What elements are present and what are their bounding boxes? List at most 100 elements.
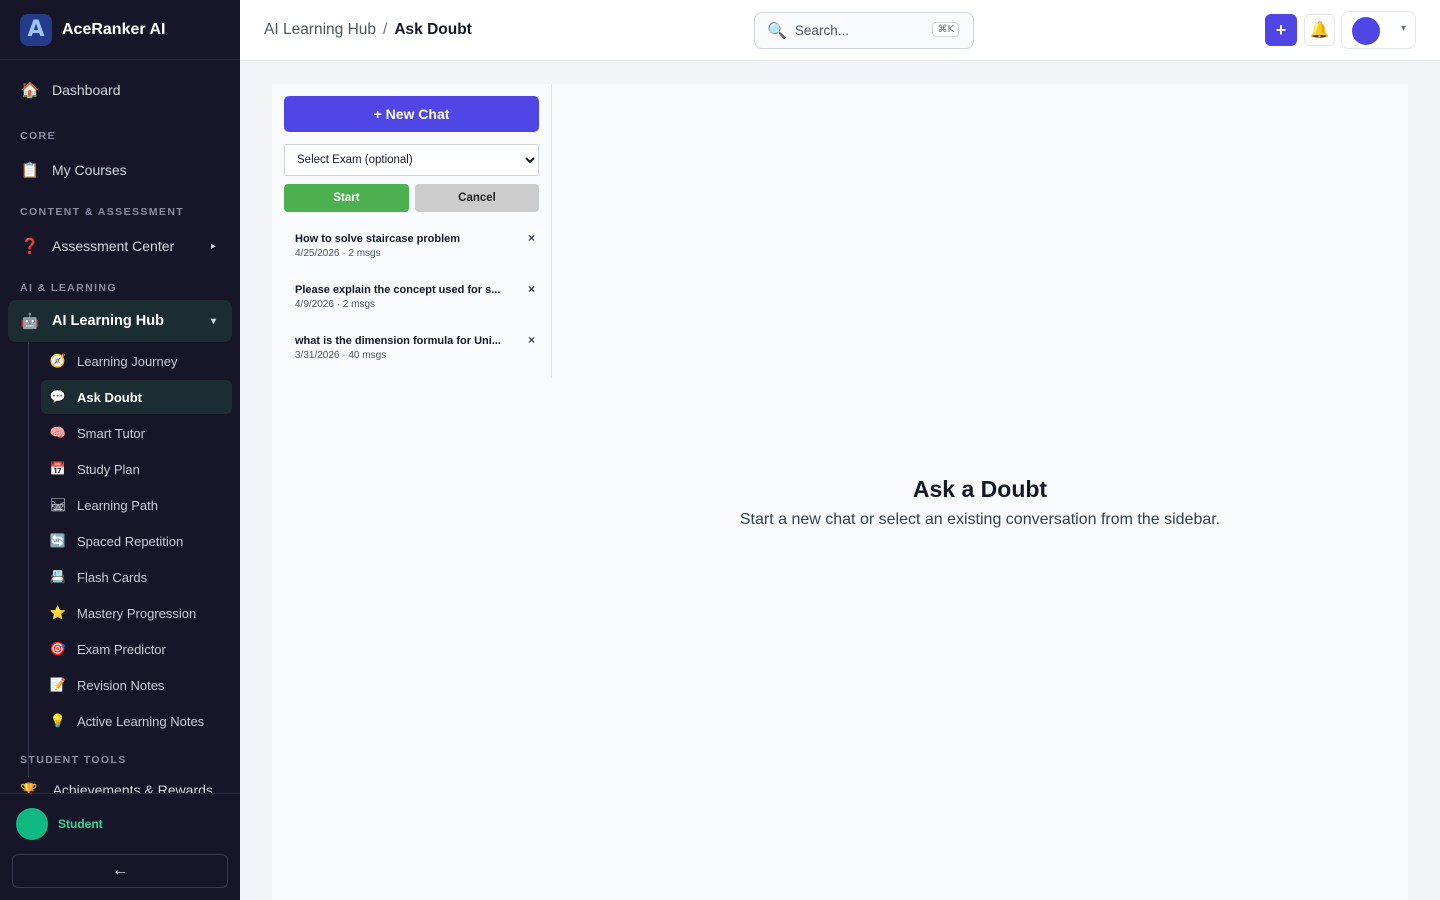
sidebar-subitem-active-learning-notes[interactable]: 💡 Active Learning Notes (41, 704, 232, 738)
card-index-icon: 📇 (49, 569, 67, 584)
sidebar-subitem-learning-journey[interactable]: 🧭 Learning Journey (41, 344, 232, 378)
memo-icon: 📝 (49, 677, 67, 692)
conversation-title: Please explain the concept used for s... (295, 284, 501, 296)
sidebar-subitem-study-plan[interactable]: 📅 Study Plan (41, 452, 232, 486)
sidebar-item-label: Dashboard (52, 82, 121, 98)
conversation-item[interactable]: How to solve staircase problem 4/25/2026… (284, 227, 539, 271)
chevron-right-icon: ▸ (210, 240, 216, 252)
close-icon[interactable]: × (528, 333, 535, 347)
avatar[interactable] (16, 808, 48, 840)
repeat-icon: 🔄 (49, 533, 67, 548)
sidebar-subitem-label: Flash Cards (77, 569, 148, 585)
brain-icon: 🧠 (49, 425, 67, 440)
section-label-core: CORE (20, 130, 56, 142)
chat-list-panel: + New Chat Select Exam (optional) Start … (272, 84, 552, 378)
sidebar-item-label: My Courses (52, 162, 127, 178)
robot-icon: 🤖 (20, 313, 40, 330)
section-label-ai: AI & LEARNING (20, 282, 117, 294)
notifications-button[interactable]: 🔔 (1304, 14, 1335, 46)
railway-track-icon: 🛤 (49, 497, 67, 512)
sidebar-subitem-learning-path[interactable]: 🛤 Learning Path (41, 488, 232, 522)
sidebar-subitem-label: Learning Journey (77, 353, 178, 369)
sidebar-item-label: AI Learning Hub (52, 313, 164, 329)
new-chat-button[interactable]: + New Chat (284, 96, 539, 132)
breadcrumb-current: Ask Doubt (394, 21, 472, 38)
sidebar-nav: 🏠 Dashboard CORE 📋 My Courses CONTENT & … (0, 60, 240, 793)
conversation-meta: 4/25/2026 · 2 msgs (295, 248, 381, 259)
sidebar-subitem-label: Active Learning Notes (77, 713, 205, 729)
sidebar-subitem-label: Learning Path (77, 497, 158, 513)
sidebar-footer: Student ← (0, 793, 240, 900)
sidebar-subitem-revision-notes[interactable]: 📝 Revision Notes (41, 668, 232, 702)
sidebar-item-dashboard[interactable]: 🏠 Dashboard (8, 70, 232, 110)
keyboard-shortcut-badge: ⌘K (932, 22, 959, 37)
search-box[interactable]: 🔍 ⌘K (754, 12, 974, 49)
home-icon: 🏠 (20, 82, 40, 99)
sidebar-subitem-label: Revision Notes (77, 677, 165, 693)
conversation-item[interactable]: what is the dimension formula for Uni...… (284, 329, 539, 373)
close-icon[interactable]: × (528, 231, 535, 245)
conversation-item[interactable]: Please explain the concept used for s...… (284, 278, 539, 322)
sidebar-subitem-smart-tutor[interactable]: 🧠 Smart Tutor (41, 416, 232, 450)
empty-state-subtitle: Start a new chat or select an existing c… (739, 511, 1221, 528)
exam-select[interactable]: Select Exam (optional) (284, 144, 539, 176)
topbar: AI Learning Hub / Ask Doubt 🔍 ⌘K + 🔔 ▾ (240, 0, 1440, 61)
sidebar-item-achievements[interactable]: 🏆 Achievements & Rewards (20, 782, 213, 793)
conversation-meta: 3/31/2026 · 40 msgs (295, 350, 387, 361)
sidebar-item-ai-learning-hub[interactable]: 🤖 AI Learning Hub ▾ (8, 300, 232, 342)
conversation-title: How to solve staircase problem (295, 233, 461, 245)
submenu-guide-line (28, 342, 29, 777)
trophy-icon: 🏆 (20, 782, 38, 793)
sidebar-subitem-label: Ask Doubt (77, 389, 142, 405)
sidebar-subitem-label: Study Plan (77, 461, 140, 477)
target-icon: 🎯 (49, 641, 67, 656)
sidebar-subitem-label: Exam Predictor (77, 641, 166, 657)
star-icon: ⭐ (49, 605, 67, 620)
empty-state-title: Ask a Doubt (912, 476, 1048, 502)
search-icon: 🔍 (767, 22, 787, 40)
brand-logo-icon: A (20, 13, 52, 46)
sidebar-item-label: Assessment Center (52, 238, 175, 254)
avatar (1352, 17, 1380, 45)
lightbulb-icon: 💡 (49, 713, 67, 728)
sidebar-item-assessment-center[interactable]: ❓ Assessment Center ▸ (8, 226, 232, 266)
compass-icon: 🧭 (49, 353, 67, 368)
sidebar-item-my-courses[interactable]: 📋 My Courses (8, 150, 232, 190)
sidebar-subitem-label: Mastery Progression (77, 605, 197, 621)
clipboard-icon: 📋 (20, 162, 40, 179)
collapse-sidebar-button[interactable]: ← (12, 854, 228, 888)
caret-down-icon: ▾ (1400, 23, 1406, 34)
breadcrumb-parent-link[interactable]: AI Learning Hub (264, 21, 376, 39)
sidebar-subitem-ask-doubt[interactable]: 💬 Ask Doubt (41, 380, 232, 414)
calendar-icon: 📅 (49, 461, 67, 476)
start-button[interactable]: Start (284, 184, 409, 212)
brand-name: AceRanker AI (62, 20, 166, 38)
question-icon: ❓ (20, 238, 40, 255)
ask-doubt-main: + New Chat Select Exam (optional) Start … (272, 84, 1408, 900)
brand[interactable]: A AceRanker AI (0, 0, 240, 60)
search-input[interactable] (794, 23, 915, 38)
chevron-down-icon: ▾ (210, 315, 216, 327)
bell-icon: 🔔 (1309, 22, 1330, 39)
sidebar-subitem-label: Spaced Repetition (77, 533, 184, 549)
sidebar-subitem-exam-predictor[interactable]: 🎯 Exam Predictor (41, 632, 232, 666)
close-icon[interactable]: × (528, 282, 535, 296)
sidebar-subitem-flash-cards[interactable]: 📇 Flash Cards (41, 560, 232, 594)
speech-bubble-icon: 💬 (49, 389, 67, 404)
conversation-meta: 4/9/2026 · 2 msgs (295, 299, 376, 310)
section-label-content: CONTENT & ASSESSMENT (20, 206, 185, 218)
profile-menu-button[interactable]: ▾ (1341, 11, 1416, 49)
create-button[interactable]: + (1265, 14, 1297, 46)
sidebar-item-label: Achievements & Rewards (52, 782, 213, 793)
user-role-label: Student (58, 817, 103, 831)
arrow-left-icon: ← (112, 862, 128, 879)
sidebar-subitem-label: Smart Tutor (77, 425, 145, 441)
sidebar-subitem-spaced-repetition[interactable]: 🔄 Spaced Repetition (41, 524, 232, 558)
cancel-button[interactable]: Cancel (415, 184, 539, 212)
sidebar-subitem-mastery-progression[interactable]: ⭐ Mastery Progression (41, 596, 232, 630)
section-label-tools: STUDENT TOOLS (20, 754, 127, 766)
sidebar: A AceRanker AI 🏠 Dashboard CORE 📋 My Cou… (0, 0, 240, 900)
plus-icon: + (1275, 19, 1287, 40)
breadcrumb-separator: / (383, 21, 388, 38)
breadcrumb: AI Learning Hub / Ask Doubt (264, 21, 472, 39)
